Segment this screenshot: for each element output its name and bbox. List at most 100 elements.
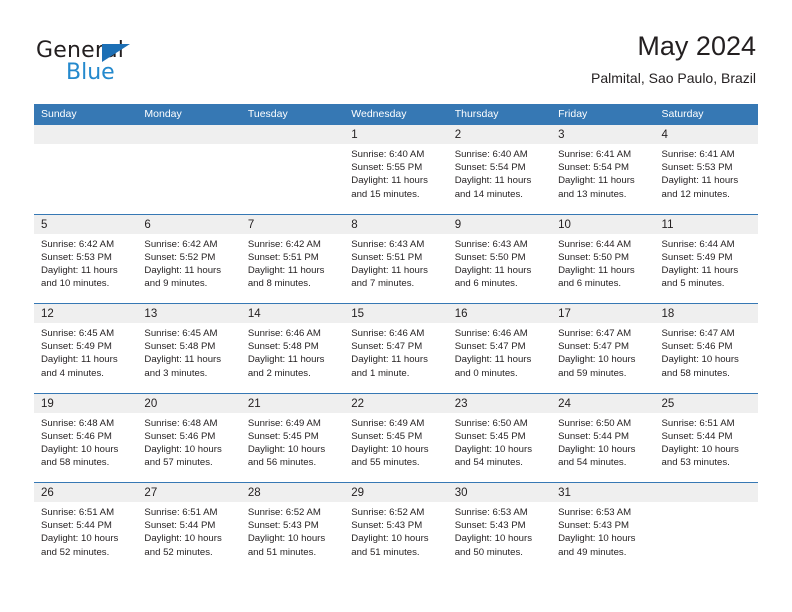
sunrise-text: Sunrise: 6:41 AM (558, 149, 632, 160)
calendar-day-cell[interactable]: 27 Sunrise: 6:51 AM Sunset: 5:44 PM Dayligh… (137, 483, 241, 572)
sunset-text: Sunset: 5:43 PM (247, 520, 319, 532)
daylight-text: Daylight: 10 hours (454, 443, 533, 455)
day-details: Sunrise: 6:43 AM Sunset: 5:50 PM Daylight:… (448, 234, 551, 291)
sunset-text: Sunset: 5:44 PM (144, 520, 216, 532)
daylight-text-cont: and 5 minutes. (661, 278, 725, 290)
calendar-day-cell[interactable]: 30 Sunrise: 6:53 AM Sunset: 5:43 PM Dayligh… (447, 483, 552, 572)
calendar-day-cell[interactable]: 17 Sunrise: 6:47 AM Sunset: 5:47 PM Dayligh… (551, 304, 655, 393)
calendar-day-cell[interactable]: 29 Sunrise: 6:52 AM Sunset: 5:43 PM Dayligh… (344, 483, 448, 572)
day-details: Sunrise: 6:47 AM Sunset: 5:47 PM Daylight:… (551, 323, 654, 380)
sunrise-text: Sunrise: 6:46 AM (351, 328, 425, 339)
sunset-text: Sunset: 5:47 PM (558, 341, 630, 353)
calendar-day-cell[interactable]: 25 Sunrise: 6:51 AM Sunset: 5:44 PM Dayligh… (654, 393, 758, 483)
calendar-day-cell[interactable]: 20 Sunrise: 6:48 AM Sunset: 5:46 PM Dayligh… (137, 393, 241, 483)
calendar-day-cell[interactable]: 1 Sunrise: 6:40 AM Sunset: 5:55 PM Daylight… (344, 125, 448, 214)
sunrise-text: Sunrise: 6:48 AM (41, 417, 115, 429)
weekday-header-friday: Friday (558, 108, 588, 120)
day-number-band: 22 (344, 393, 448, 413)
day-details: Sunrise: 6:49 AM Sunset: 5:45 PM Daylight:… (241, 413, 344, 470)
sunrise-text: Sunrise: 6:53 AM (558, 507, 632, 518)
calendar-page: General Blue May 2024 Palmital, Sao Paul… (0, 0, 792, 612)
daylight-text: Daylight: 10 hours (41, 533, 119, 545)
sunset-text: Sunset: 5:51 PM (247, 251, 319, 263)
calendar-day-cell[interactable]: 14 Sunrise: 6:46 AM Sunset: 5:48 PM Dayligh… (240, 304, 345, 393)
day-number-band: 26 (34, 483, 138, 502)
day-number-band: 10 (551, 214, 655, 234)
sunset-text: Sunset: 5:45 PM (454, 430, 526, 442)
daylight-text: Daylight: 10 hours (351, 443, 429, 455)
sunrise-text: Sunrise: 6:50 AM (558, 417, 632, 429)
sunrise-text: Sunrise: 6:40 AM (351, 149, 425, 160)
calendar-day-cell[interactable]: 2 Sunrise: 6:40 AM Sunset: 5:54 PM Daylight… (447, 125, 552, 214)
daylight-text-cont: and 52 minutes. (41, 546, 110, 558)
calendar-day-cell[interactable]: 8 Sunrise: 6:43 AM Sunset: 5:51 PM Daylight… (344, 214, 448, 304)
calendar-day-cell[interactable]: 6 Sunrise: 6:42 AM Sunset: 5:52 PM Daylight… (137, 214, 241, 304)
calendar-day-cell[interactable]: 16 Sunrise: 6:46 AM Sunset: 5:47 PM Dayligh… (447, 304, 552, 393)
daylight-text: Daylight: 11 hours (144, 264, 222, 276)
day-number: 18 (661, 308, 675, 320)
day-number: 19 (41, 397, 54, 410)
day-number: 1 (351, 129, 358, 141)
day-details: Sunrise: 6:52 AM Sunset: 5:43 PM Daylight:… (241, 502, 344, 559)
calendar-week-row: 12 Sunrise: 6:45 AM Sunset: 5:49 PM Dayligh… (34, 303, 758, 393)
calendar-day-cell[interactable]: 19 Sunrise: 6:48 AM Sunset: 5:46 PM Dayligh… (34, 393, 138, 483)
sunrise-text: Sunrise: 6:40 AM (454, 149, 528, 160)
day-number-band: 1 (344, 125, 448, 144)
daylight-text: Daylight: 11 hours (661, 264, 739, 276)
sunset-text: Sunset: 5:46 PM (661, 341, 733, 353)
calendar-day-cell[interactable]: 21 Sunrise: 6:49 AM Sunset: 5:45 PM Dayligh… (240, 393, 345, 483)
day-number: 31 (558, 487, 571, 499)
day-details: Sunrise: 6:49 AM Sunset: 5:45 PM Daylight:… (344, 413, 447, 470)
calendar-day-cell[interactable]: 24 Sunrise: 6:50 AM Sunset: 5:44 PM Dayligh… (551, 393, 655, 483)
sunset-text: Sunset: 5:46 PM (144, 430, 216, 442)
sunrise-text: Sunrise: 6:43 AM (351, 238, 425, 250)
sunrise-text: Sunrise: 6:47 AM (558, 328, 632, 339)
day-number-band: 20 (137, 393, 241, 413)
day-number-band: 23 (447, 393, 552, 413)
calendar-day-cell[interactable]: 23 Sunrise: 6:50 AM Sunset: 5:45 PM Dayligh… (447, 393, 552, 483)
calendar-day-cell[interactable]: 11 Sunrise: 6:44 AM Sunset: 5:49 PM Dayligh… (654, 214, 758, 304)
daylight-text-cont: and 55 minutes. (351, 457, 420, 469)
calendar-day-cell[interactable]: 15 Sunrise: 6:46 AM Sunset: 5:47 PM Dayligh… (344, 304, 448, 393)
page-header: General Blue May 2024 Palmital, Sao Paul… (36, 30, 756, 96)
brand-logo[interactable]: General Blue (36, 38, 236, 90)
day-number: 15 (351, 308, 365, 320)
day-details: Sunrise: 6:47 AM Sunset: 5:46 PM Daylight:… (655, 323, 758, 380)
daylight-text: Daylight: 11 hours (351, 175, 428, 187)
calendar-day-cell[interactable]: 13 Sunrise: 6:45 AM Sunset: 5:48 PM Dayligh… (137, 304, 241, 393)
calendar-day-cell[interactable]: 3 Sunrise: 6:41 AM Sunset: 5:54 PM Daylight… (551, 125, 655, 214)
daylight-text-cont: and 52 minutes. (144, 546, 213, 558)
calendar-empty-cell (137, 125, 241, 214)
calendar-day-cell[interactable]: 5 Sunrise: 6:42 AM Sunset: 5:53 PM Daylight… (34, 214, 138, 304)
day-details: Sunrise: 6:48 AM Sunset: 5:46 PM Daylight:… (34, 413, 137, 470)
daylight-text-cont: and 12 minutes. (661, 188, 730, 200)
day-number: 9 (454, 218, 462, 231)
calendar-day-cell[interactable]: 7 Sunrise: 6:42 AM Sunset: 5:51 PM Daylight… (240, 214, 345, 304)
sunset-text: Sunset: 5:44 PM (558, 430, 630, 442)
daylight-text-cont: and 59 minutes. (558, 367, 627, 379)
day-details (137, 144, 240, 148)
daylight-text: Daylight: 11 hours (454, 354, 532, 366)
calendar-day-cell[interactable]: 10 Sunrise: 6:44 AM Sunset: 5:50 PM Dayligh… (551, 214, 655, 304)
daylight-text: Daylight: 10 hours (558, 443, 636, 455)
day-details: Sunrise: 6:46 AM Sunset: 5:48 PM Daylight:… (241, 323, 344, 380)
daylight-text-cont: and 57 minutes. (144, 457, 213, 469)
sunrise-text: Sunrise: 6:44 AM (661, 238, 735, 250)
calendar-week-row: 1 Sunrise: 6:40 AM Sunset: 5:55 PM Daylight… (34, 125, 758, 214)
sunset-text: Sunset: 5:54 PM (558, 162, 630, 174)
weekday-header-thursday: Thursday (454, 108, 499, 120)
sunset-text: Sunset: 5:45 PM (247, 430, 319, 442)
calendar-day-cell[interactable]: 31 Sunrise: 6:53 AM Sunset: 5:43 PM Dayligh… (551, 483, 655, 572)
sunrise-text: Sunrise: 6:44 AM (558, 238, 632, 250)
calendar-day-cell[interactable]: 28 Sunrise: 6:52 AM Sunset: 5:43 PM Dayligh… (240, 483, 345, 572)
sunrise-text: Sunrise: 6:52 AM (247, 507, 321, 518)
calendar-day-cell[interactable]: 4 Sunrise: 6:41 AM Sunset: 5:53 PM Daylight… (654, 125, 758, 214)
day-details: Sunrise: 6:46 AM Sunset: 5:47 PM Daylight:… (344, 323, 447, 380)
calendar-day-cell[interactable]: 26 Sunrise: 6:51 AM Sunset: 5:44 PM Dayligh… (34, 483, 138, 572)
calendar-day-cell[interactable]: 22 Sunrise: 6:49 AM Sunset: 5:45 PM Dayligh… (344, 393, 448, 483)
calendar-day-cell[interactable]: 18 Sunrise: 6:47 AM Sunset: 5:46 PM Dayligh… (654, 304, 758, 393)
sunset-text: Sunset: 5:46 PM (41, 430, 112, 442)
calendar-day-cell[interactable]: 12 Sunrise: 6:45 AM Sunset: 5:49 PM Dayligh… (34, 304, 138, 393)
calendar-day-cell[interactable]: 9 Sunrise: 6:43 AM Sunset: 5:50 PM Daylight… (447, 214, 552, 304)
day-number: 8 (351, 218, 358, 231)
